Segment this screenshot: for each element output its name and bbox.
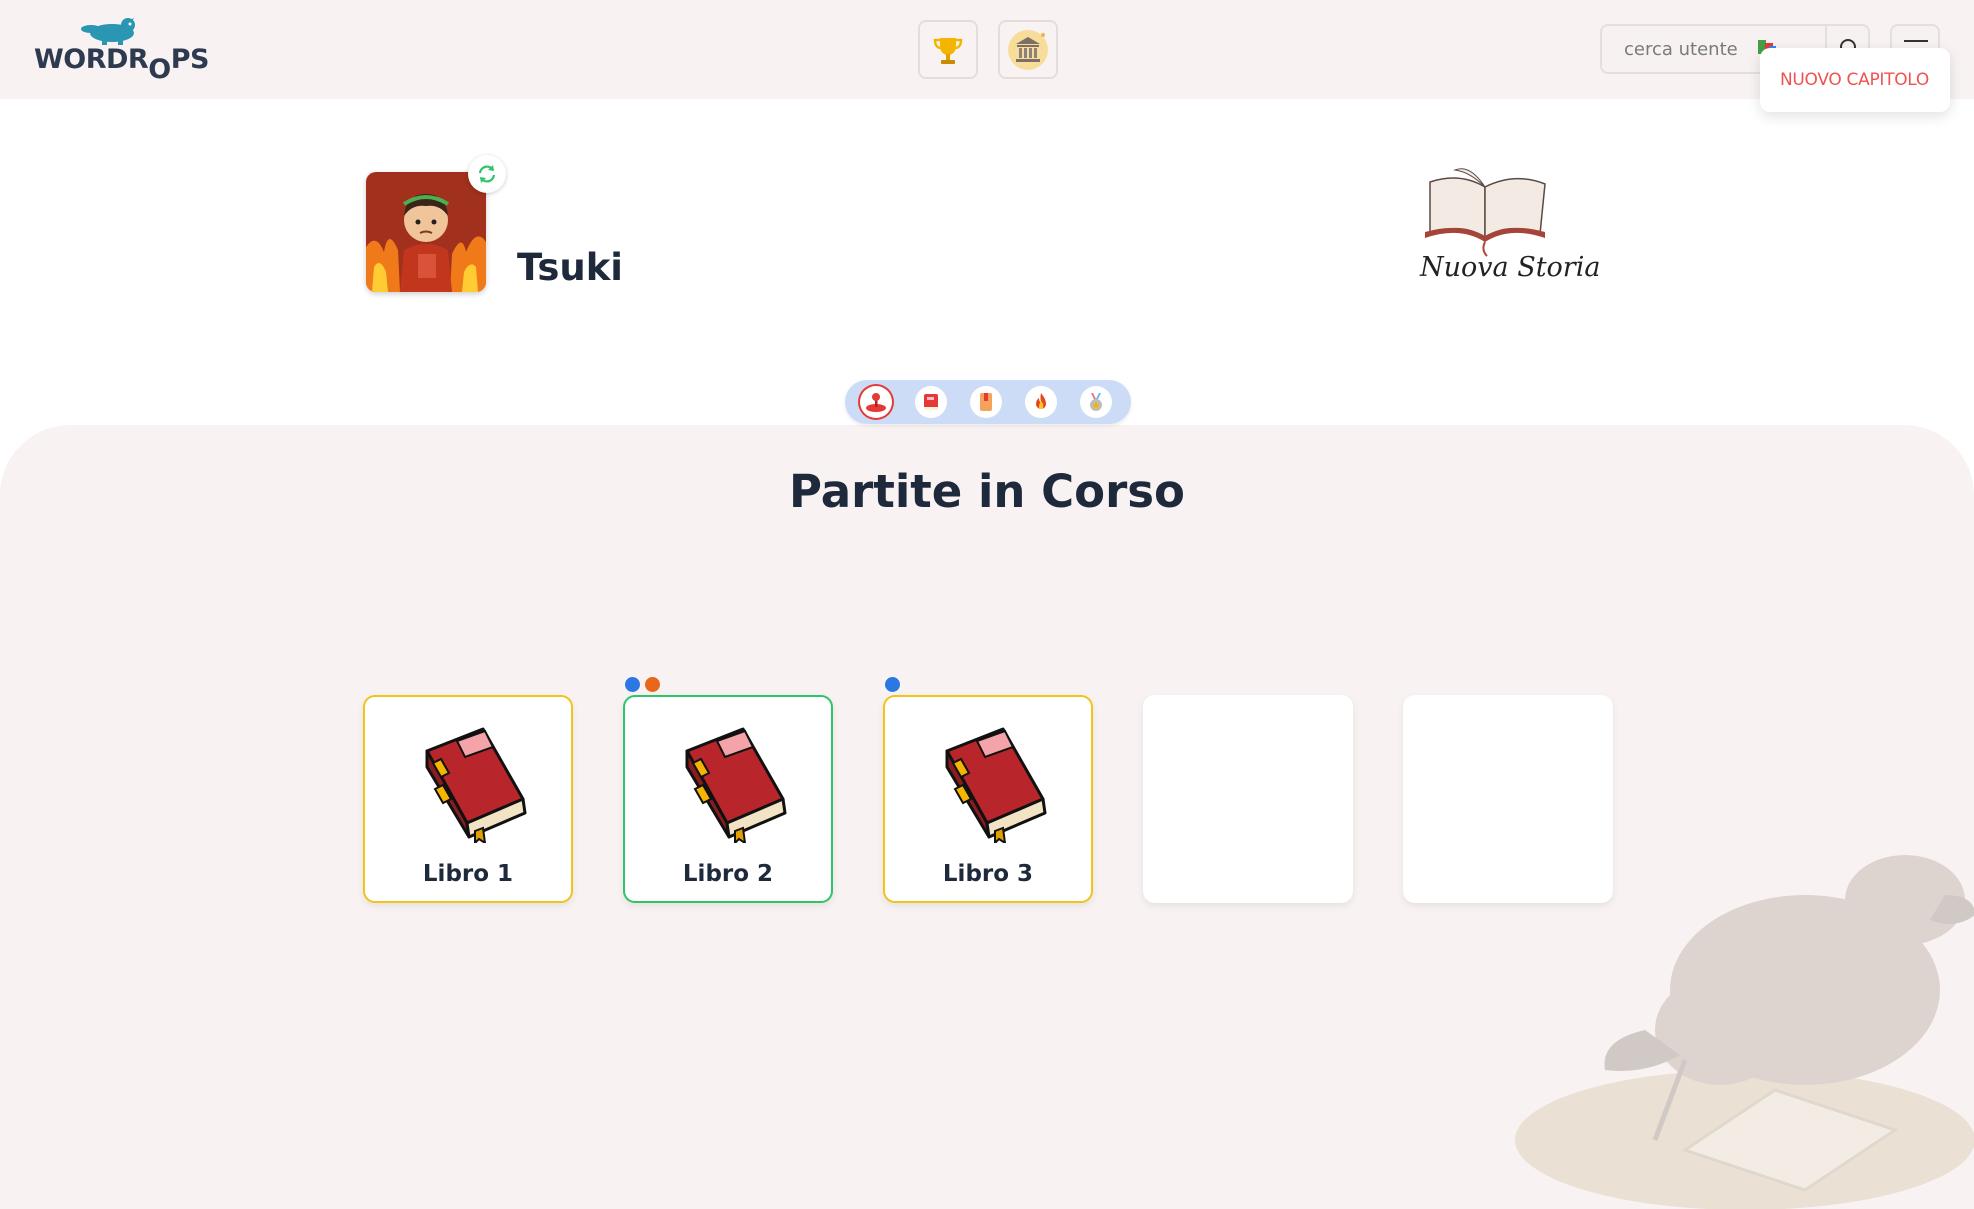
card-label: Libro 3 <box>942 861 1034 887</box>
red-book-icon <box>685 727 787 843</box>
red-book-icon <box>945 727 1047 843</box>
tab-books[interactable] <box>915 386 947 418</box>
orange-book-icon <box>980 393 992 411</box>
red-book-icon <box>924 394 938 410</box>
profile-tabs <box>845 380 1131 424</box>
status-dot <box>645 677 660 692</box>
leaderboard-button[interactable] <box>918 20 978 79</box>
search-input[interactable]: cerca utente <box>1624 39 1738 60</box>
tab-streak[interactable] <box>1025 386 1057 418</box>
wordrops-logo[interactable]: WORDROPS <box>34 16 209 85</box>
new-chapter-link[interactable]: NUOVO CAPITOLO <box>1780 70 1929 90</box>
fire-icon <box>1036 393 1046 409</box>
empty-game-slot[interactable] <box>1143 695 1353 903</box>
refresh-icon <box>478 165 496 183</box>
avatar[interactable] <box>366 172 486 292</box>
empty-game-slot[interactable] <box>1403 695 1613 903</box>
username: Tsuki <box>517 246 623 289</box>
joystick-icon <box>866 393 886 412</box>
medal-icon <box>1090 393 1102 411</box>
hamburger-icon <box>1904 40 1928 42</box>
tab-achievements[interactable] <box>1080 386 1112 418</box>
avatar-image <box>366 172 486 292</box>
museum-icon <box>1008 29 1048 70</box>
new-story-button[interactable]: Nuova Storia <box>1405 162 1600 297</box>
games-panel: Partite in Corso Libro 1 Libro 2 Libro 3 <box>0 425 1974 1209</box>
logo-text: WORDROPS <box>34 44 209 85</box>
game-card-3[interactable]: Libro 3 <box>883 695 1093 903</box>
status-dot <box>885 677 900 692</box>
new-chapter-popup[interactable]: NUOVO CAPITOLO <box>1760 48 1950 112</box>
top-bar: WORDROPS cerca utente <box>0 0 1974 99</box>
open-book-icon <box>1425 168 1546 257</box>
red-book-icon <box>425 727 527 843</box>
change-avatar-button[interactable] <box>468 155 506 193</box>
card-label: Libro 2 <box>682 861 774 887</box>
tab-chapters[interactable] <box>970 386 1002 418</box>
section-title: Partite in Corso <box>789 465 1185 518</box>
tab-games[interactable] <box>860 386 892 418</box>
game-card-2[interactable]: Libro 2 <box>623 695 833 903</box>
card-label: Libro 1 <box>422 861 514 887</box>
platypus-logo-icon <box>81 18 135 45</box>
status-dot <box>625 677 640 692</box>
trophy-icon <box>933 37 963 64</box>
game-card-1[interactable]: Libro 1 <box>363 695 573 903</box>
museum-button[interactable] <box>998 20 1058 79</box>
new-story-label: Nuova Storia <box>1420 252 1601 283</box>
